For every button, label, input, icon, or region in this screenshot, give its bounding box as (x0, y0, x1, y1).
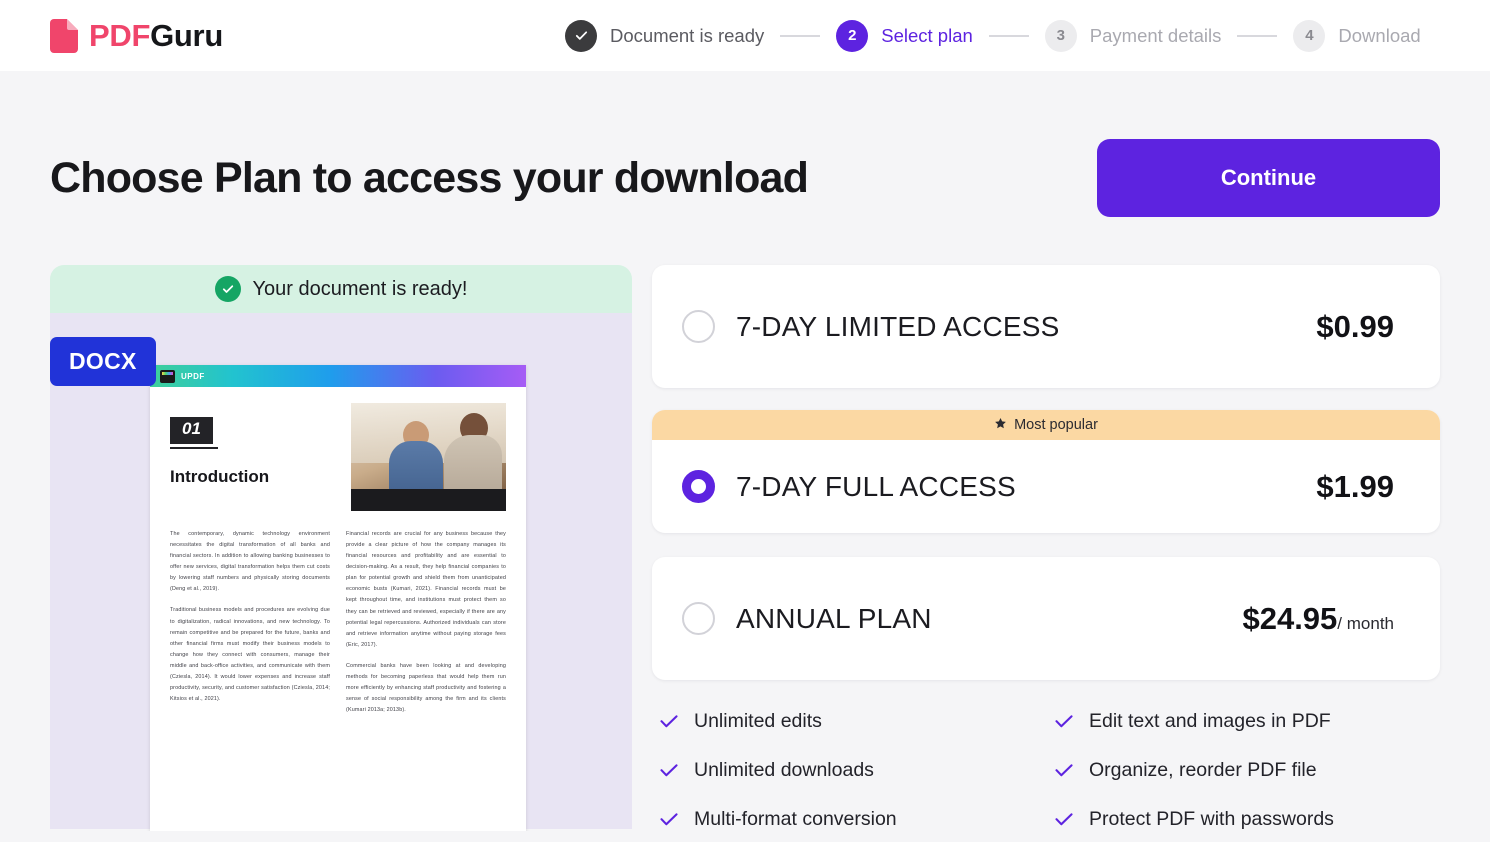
feature-label: Edit text and images in PDF (1089, 710, 1331, 732)
check-icon (660, 813, 678, 826)
step-4-marker: 4 (1293, 19, 1326, 52)
check-icon (1055, 715, 1073, 728)
photo-table (351, 489, 506, 511)
plan-name-limited: 7-DAY LIMITED ACCESS (736, 310, 1060, 342)
page-title: Choose Plan to access your download (50, 153, 809, 202)
feature-label: Unlimited edits (694, 710, 822, 732)
step-4-label: Download (1338, 24, 1421, 46)
plan-price-full: $1.99 (1316, 468, 1394, 504)
section-number-underline (170, 447, 218, 449)
feature-item: Protect PDF with passwords (1055, 808, 1440, 831)
brand-guru-text: Guru (150, 17, 223, 53)
plan-price-annual-period: / month (1337, 613, 1394, 633)
updf-logo-icon (160, 369, 175, 383)
document-ready-text: Your document is ready! (252, 277, 468, 300)
document-stage: DOCX UPDF 01 Introduction The contempora… (50, 313, 632, 831)
step-separator-2 (988, 34, 1029, 37)
document-page[interactable]: UPDF 01 Introduction The contemporary, d… (150, 365, 526, 831)
document-text-columns: The contemporary, dynamic technology env… (170, 529, 506, 726)
step-1-marker (565, 19, 597, 52)
document-paragraph: Financial records are crucial for any bu… (346, 531, 506, 648)
plan-name-annual: ANNUAL PLAN (736, 602, 932, 634)
plan-gap-1 (652, 388, 1440, 410)
plan-price-annual-amount: $24.95 (1242, 600, 1338, 636)
document-paragraph: Commercial banks have been looking at an… (346, 662, 506, 714)
plan-row-annual[interactable]: ANNUAL PLAN $24.95/ month (652, 557, 1440, 680)
feature-item: Edit text and images in PDF (1055, 710, 1440, 733)
plan-row-limited[interactable]: 7-DAY LIMITED ACCESS $0.99 (652, 265, 1440, 388)
document-heading: Introduction (170, 467, 270, 486)
feature-item: Unlimited downloads (660, 759, 1045, 782)
check-icon (1055, 813, 1073, 826)
most-popular-banner: Most popular (652, 410, 1440, 440)
continue-button[interactable]: Continue (1097, 139, 1440, 217)
checkout-stepper: Document is ready 2 Select plan 3 Paymen… (565, 0, 1421, 71)
format-badge-docx: DOCX (50, 337, 156, 386)
plans-column: 7-DAY LIMITED ACCESS $0.99 Most popular … (652, 265, 1440, 831)
document-photo (351, 403, 506, 511)
document-body: 01 Introduction The contemporary, dynami… (150, 387, 526, 726)
plan-card-annual[interactable]: ANNUAL PLAN $24.95/ month (652, 557, 1440, 680)
document-paragraph: The contemporary, dynamic technology env… (170, 531, 330, 593)
step-download[interactable]: 4 Download (1293, 19, 1421, 52)
check-circle-icon (214, 276, 241, 302)
document-column-right: Financial records are crucial for any bu… (346, 529, 506, 726)
plan-radio-annual[interactable] (682, 602, 715, 635)
feature-label: Organize, reorder PDF file (1089, 759, 1317, 781)
step-3-label: Payment details (1089, 24, 1222, 46)
title-row: Choose Plan to access your download Cont… (50, 71, 1440, 217)
check-icon (660, 715, 678, 728)
check-icon (660, 764, 678, 777)
step-separator-3 (1237, 34, 1278, 37)
feature-label: Multi-format conversion (694, 808, 897, 830)
star-icon (994, 417, 1007, 434)
step-3-marker: 3 (1044, 19, 1077, 52)
most-popular-label: Most popular (1014, 417, 1098, 433)
feature-item: Unlimited edits (660, 710, 1045, 733)
plan-price-annual: $24.95/ month (1242, 601, 1394, 637)
step-select-plan[interactable]: 2 Select plan (836, 19, 973, 52)
document-column-left: The contemporary, dynamic technology env… (170, 529, 330, 726)
step-1-label: Document is ready (610, 24, 765, 46)
pdf-file-icon (50, 18, 78, 53)
plan-name-full: 7-DAY FULL ACCESS (736, 470, 1016, 502)
feature-item: Multi-format conversion (660, 808, 1045, 831)
document-preview-panel: Your document is ready! DOCX UPDF 01 Int… (50, 265, 632, 831)
features-grid: Unlimited edits Edit text and images in … (652, 710, 1440, 831)
updf-watermark-text: UPDF (181, 371, 205, 381)
brand-pdf-text: PDF (89, 17, 151, 53)
check-icon (1055, 764, 1073, 777)
plan-radio-limited[interactable] (682, 310, 715, 343)
feature-label: Unlimited downloads (694, 759, 874, 781)
brand-logo[interactable]: PDFGuru (50, 18, 223, 54)
feature-item: Organize, reorder PDF file (1055, 759, 1440, 782)
document-header-row: 01 Introduction (170, 403, 506, 511)
document-ready-banner: Your document is ready! (50, 265, 632, 313)
step-payment-details[interactable]: 3 Payment details (1044, 19, 1222, 52)
document-header-left: 01 Introduction (170, 403, 337, 487)
step-2-marker: 2 (836, 19, 869, 52)
plan-card-full[interactable]: Most popular 7-DAY FULL ACCESS $1.99 (652, 410, 1440, 533)
plan-radio-full[interactable] (682, 470, 715, 503)
step-document-ready[interactable]: Document is ready (565, 19, 765, 52)
document-paragraph: Traditional business models and procedur… (170, 607, 330, 703)
site-header: PDFGuru Document is ready 2 Select plan … (0, 0, 1490, 71)
plan-card-limited[interactable]: 7-DAY LIMITED ACCESS $0.99 (652, 265, 1440, 388)
step-separator-1 (780, 34, 821, 37)
feature-label: Protect PDF with passwords (1089, 808, 1334, 830)
plan-price-limited: $0.99 (1316, 308, 1394, 344)
plan-gap-2 (652, 533, 1440, 557)
section-number-chip: 01 (170, 417, 213, 444)
content-columns: Your document is ready! DOCX UPDF 01 Int… (50, 265, 1440, 831)
step-2-label: Select plan (881, 24, 973, 46)
plan-row-full[interactable]: 7-DAY FULL ACCESS $1.99 (652, 440, 1440, 533)
document-topbar: UPDF (150, 365, 526, 387)
main-content: Choose Plan to access your download Cont… (0, 71, 1490, 831)
